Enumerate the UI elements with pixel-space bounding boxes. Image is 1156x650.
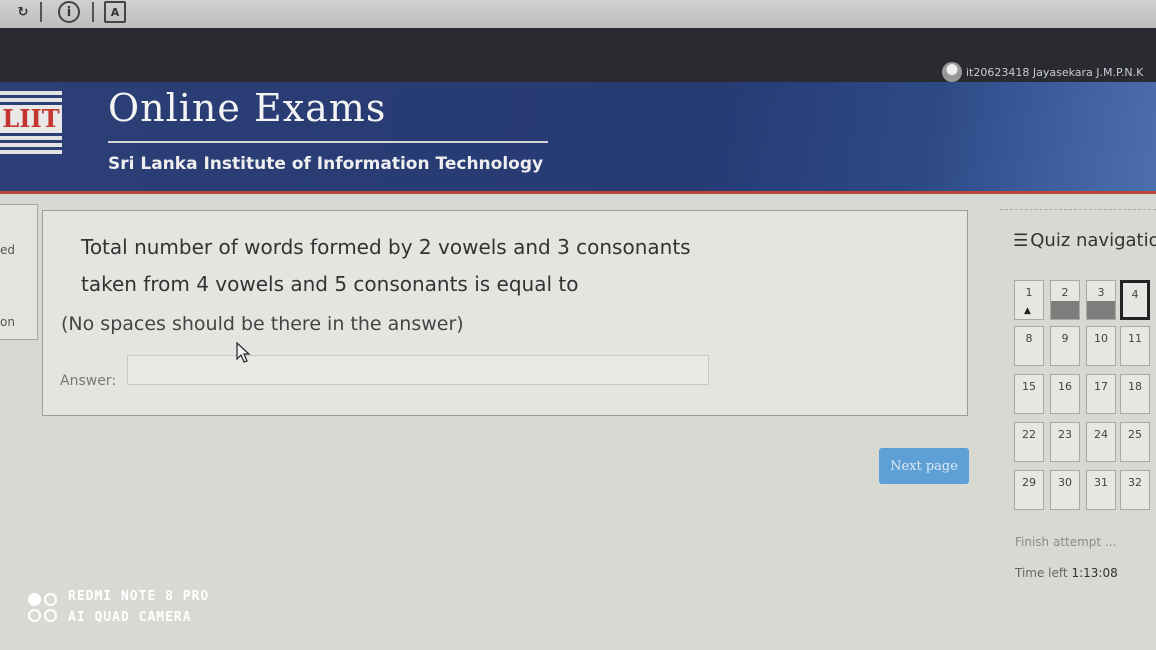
quiz-nav-button-label: 16 (1058, 380, 1072, 393)
quiz-nav-button-label: 24 (1094, 428, 1108, 441)
sliit-logo[interactable]: LIIT (0, 88, 66, 174)
translate-icon[interactable]: A (104, 1, 126, 23)
quiz-nav-button[interactable]: 23 (1050, 422, 1080, 462)
time-left: Time left 1:13:08 (1015, 566, 1118, 580)
answered-indicator (1087, 301, 1115, 319)
quiz-navigation-heading: ☰ Quiz navigatior (1013, 230, 1156, 251)
quiz-nav-button-label: 1 (1025, 286, 1033, 299)
quiz-nav-button[interactable]: 16 (1050, 374, 1080, 414)
quiz-nav-button-label: 18 (1128, 380, 1142, 393)
quiz-nav-button-label: 30 (1058, 476, 1072, 489)
quiz-nav-button[interactable]: 24 (1086, 422, 1116, 462)
watermark-line-1: REDMI NOTE 8 PRO (68, 589, 210, 604)
question-text: Total number of words formed by 2 vowels… (81, 229, 781, 303)
quiz-nav-button[interactable]: 2 (1050, 280, 1080, 320)
avatar (942, 62, 962, 82)
quiz-nav-button[interactable]: 11 (1120, 326, 1150, 366)
quiz-nav-button[interactable]: 8 (1014, 326, 1044, 366)
user-menu[interactable]: it20623418 Jayasekara J.M.P.N.K (942, 62, 1143, 82)
answered-indicator (1051, 301, 1079, 319)
quiz-nav-button-label: 10 (1094, 332, 1108, 345)
browser-toolbar: ↻ i A (0, 0, 1156, 28)
site-title: Online Exams (108, 86, 387, 130)
question-card: Total number of words formed by 2 vowels… (42, 210, 968, 416)
quiz-nav-button-label: 9 (1061, 332, 1069, 345)
quiz-nav-button[interactable]: 1 ▲ (1014, 280, 1044, 320)
quiz-nav-button-label: 17 (1094, 380, 1108, 393)
quiz-navigation-title: Quiz navigatior (1030, 230, 1156, 251)
flag-icon: ▲ (1024, 306, 1031, 316)
quiz-nav-button[interactable]: 15 (1014, 374, 1044, 414)
quiz-nav-button-label: 31 (1094, 476, 1108, 489)
quiz-nav-button-label: 15 (1022, 380, 1036, 393)
toolbar-divider (40, 2, 42, 22)
quiz-nav-divider (1000, 209, 1156, 210)
quiz-nav-button-label: 22 (1022, 428, 1036, 441)
answer-label: Answer: (60, 373, 117, 389)
quiz-nav-button[interactable]: 9 (1050, 326, 1080, 366)
site-header: LIIT Online Exams Sri Lanka Institute of… (0, 82, 1156, 194)
quiz-nav-button[interactable]: 10 (1086, 326, 1116, 366)
user-name: it20623418 Jayasekara J.M.P.N.K (966, 65, 1144, 79)
quiz-nav-button[interactable]: 31 (1086, 470, 1116, 510)
quiz-nav-button[interactable]: 3 (1086, 280, 1116, 320)
quiz-nav-button[interactable]: 32 (1120, 470, 1150, 510)
quiz-nav-button-label: 8 (1025, 332, 1033, 345)
time-left-label: Time left (1015, 566, 1068, 580)
question-line-2: taken from 4 vowels and 5 consonants is … (81, 272, 579, 296)
question-line-1: Total number of words formed by 2 vowels… (81, 235, 691, 259)
watermark-line-2: AI QUAD CAMERA (68, 610, 192, 625)
question-note: (No spaces should be there in the answer… (61, 313, 464, 335)
info-icon[interactable]: i (58, 1, 80, 23)
quiz-nav-button[interactable]: 18 (1120, 374, 1150, 414)
hamburger-icon: ☰ (1013, 231, 1029, 251)
time-left-value: 1:13:08 (1071, 566, 1118, 580)
toolbar-divider (92, 2, 94, 22)
next-page-button[interactable]: Next page (879, 448, 969, 484)
quiz-nav-button[interactable]: 29 (1014, 470, 1044, 510)
site-subtitle: Sri Lanka Institute of Information Techn… (108, 154, 544, 174)
quiz-nav-button[interactable]: 30 (1050, 470, 1080, 510)
camera-watermark: REDMI NOTE 8 PRO AI QUAD CAMERA (28, 586, 209, 628)
camera-dots-icon (28, 592, 58, 622)
title-divider (108, 141, 548, 143)
finish-attempt-link[interactable]: Finish attempt ... (1015, 535, 1116, 549)
quiz-nav-button-label: 3 (1097, 286, 1105, 299)
quiz-nav-button-label: 32 (1128, 476, 1142, 489)
left-info-block: ed on (0, 204, 38, 340)
quiz-nav-button-label: 11 (1128, 332, 1142, 345)
quiz-nav-button-label: 25 (1128, 428, 1142, 441)
logo-text: LIIT (0, 105, 62, 133)
quiz-nav-button-label: 2 (1061, 286, 1069, 299)
quiz-nav-button-label: 23 (1058, 428, 1072, 441)
mouse-pointer-icon (236, 342, 251, 363)
left-info-text-2: on (0, 315, 15, 329)
quiz-nav-button[interactable]: 17 (1086, 374, 1116, 414)
reload-icon[interactable]: ↻ (12, 1, 34, 23)
quiz-nav-button-label: 29 (1022, 476, 1036, 489)
quiz-nav-button[interactable]: 4 (1120, 280, 1150, 320)
quiz-nav-button-label: 4 (1131, 288, 1139, 301)
answer-input[interactable] (127, 355, 709, 385)
quiz-nav-button[interactable]: 25 (1120, 422, 1150, 462)
left-info-text-1: ed (0, 243, 15, 257)
quiz-nav-button[interactable]: 22 (1014, 422, 1044, 462)
